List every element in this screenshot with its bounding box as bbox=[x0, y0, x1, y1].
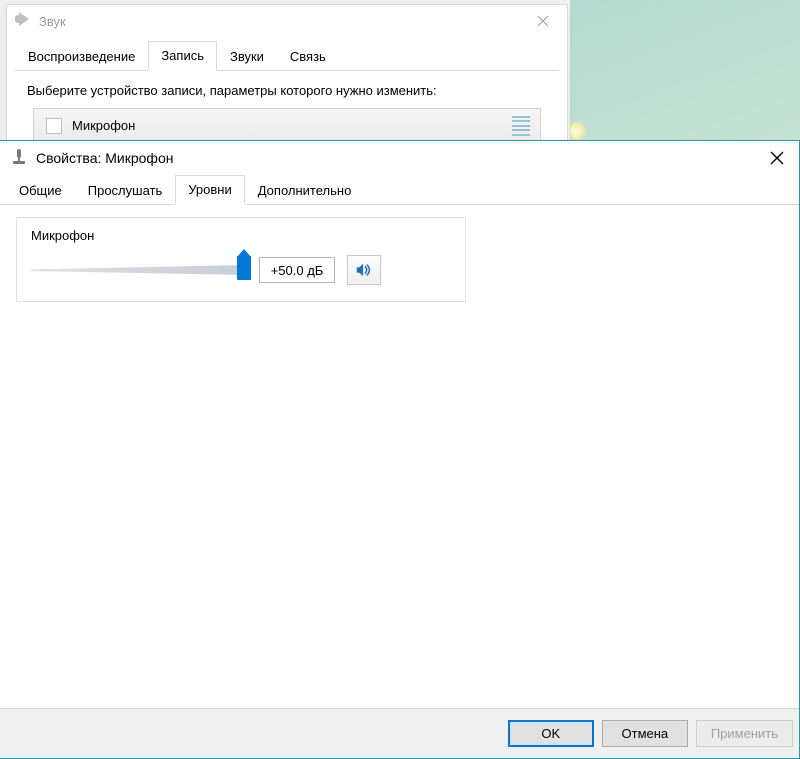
levels-panel: Микрофон +50.0 дБ bbox=[0, 205, 799, 708]
tab-playback[interactable]: Воспроизведение bbox=[15, 42, 148, 70]
dialog-footer: OK Отмена Применить bbox=[0, 708, 799, 758]
db-value-box: +50.0 дБ bbox=[259, 257, 335, 283]
level-meter-icon bbox=[512, 116, 530, 136]
microphone-stand-icon bbox=[10, 149, 28, 167]
tab-recording[interactable]: Запись bbox=[148, 41, 217, 71]
props-close-button[interactable] bbox=[755, 143, 799, 173]
device-name-label: Микрофон bbox=[72, 118, 135, 133]
tab-advanced[interactable]: Дополнительно bbox=[245, 176, 365, 204]
microphone-level-group: Микрофон +50.0 дБ bbox=[16, 217, 466, 302]
sound-tabstrip: Воспроизведение Запись Звуки Связь bbox=[15, 41, 559, 71]
microphone-boost-slider[interactable] bbox=[31, 258, 247, 282]
props-tabstrip: Общие Прослушать Уровни Дополнительно bbox=[0, 175, 799, 205]
slider-fill bbox=[31, 265, 247, 275]
speaker-icon bbox=[355, 261, 373, 279]
microphone-properties-window: Свойства: Микрофон Общие Прослушать Уров… bbox=[0, 140, 800, 759]
microphone-icon bbox=[46, 118, 62, 134]
sound-window-title: Звук bbox=[39, 14, 66, 29]
tab-levels[interactable]: Уровни bbox=[175, 175, 244, 205]
tab-communications[interactable]: Связь bbox=[277, 42, 339, 70]
cancel-button[interactable]: Отмена bbox=[602, 720, 688, 747]
props-body: Общие Прослушать Уровни Дополнительно Ми… bbox=[0, 175, 799, 758]
sound-titlebar: Звук bbox=[7, 5, 567, 37]
device-left: Микрофон bbox=[46, 118, 135, 134]
mute-button[interactable] bbox=[347, 255, 381, 285]
sound-title-left: Звук bbox=[15, 12, 66, 30]
speaker-icon bbox=[15, 12, 33, 30]
tab-general[interactable]: Общие bbox=[6, 176, 75, 204]
apply-button[interactable]: Применить bbox=[696, 720, 793, 747]
props-window-title: Свойства: Микрофон bbox=[36, 150, 173, 166]
tab-sounds[interactable]: Звуки bbox=[217, 42, 277, 70]
props-titlebar: Свойства: Микрофон bbox=[0, 141, 799, 175]
sound-body: Воспроизведение Запись Звуки Связь Выбер… bbox=[7, 37, 567, 156]
ok-button[interactable]: OK bbox=[508, 720, 594, 747]
recording-instruction: Выберите устройство записи, параметры ко… bbox=[15, 71, 559, 108]
tab-listen[interactable]: Прослушать bbox=[75, 176, 176, 204]
close-icon bbox=[770, 151, 784, 165]
slider-thumb[interactable] bbox=[237, 256, 251, 280]
sound-close-button[interactable] bbox=[523, 7, 563, 35]
props-title-left: Свойства: Микрофон bbox=[10, 149, 173, 167]
levels-caption: Микрофон bbox=[31, 228, 451, 243]
sun-glow bbox=[570, 120, 588, 142]
close-icon bbox=[537, 15, 549, 27]
levels-row: +50.0 дБ bbox=[31, 255, 451, 285]
device-item-microphone[interactable]: Микрофон bbox=[34, 109, 540, 143]
